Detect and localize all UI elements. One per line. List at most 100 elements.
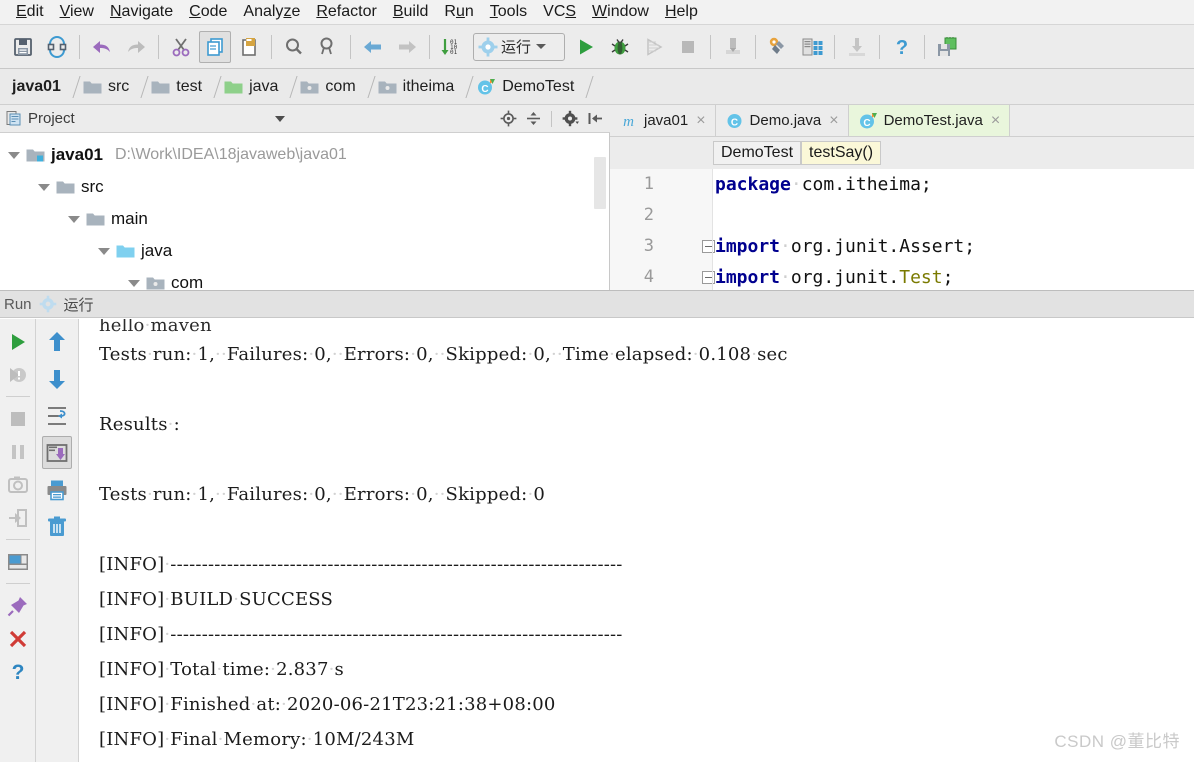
- console-output[interactable]: hello·maven Tests·run:·1,··Failures:·0,··…: [79, 319, 1194, 762]
- chevron-down-icon[interactable]: [536, 44, 547, 49]
- breadcrumb-item-label: src: [107, 77, 130, 95]
- tree-node-com[interactable]: com: [0, 267, 610, 290]
- gear-icon[interactable]: [561, 110, 579, 128]
- expand-triangle-icon[interactable]: [8, 151, 20, 159]
- whitespace-marker: ·: [609, 344, 615, 365]
- expand-triangle-icon[interactable]: [68, 215, 80, 223]
- whitespace-marker: ·: [527, 484, 534, 505]
- soft-wrap-icon[interactable]: [42, 399, 72, 432]
- folder-icon: [83, 79, 102, 95]
- project-structure-icon[interactable]: [796, 31, 828, 63]
- menu-item-help[interactable]: Help: [657, 1, 706, 23]
- scroll-to-end-icon[interactable]: [42, 436, 72, 469]
- project-scrollbar-thumb[interactable]: [594, 157, 606, 209]
- menu-item-tools[interactable]: Tools: [482, 1, 535, 23]
- menu-item-build[interactable]: Build: [385, 1, 437, 23]
- pin-tab-icon[interactable]: [3, 589, 33, 622]
- help-icon[interactable]: ?: [3, 655, 33, 688]
- package-icon: [146, 275, 165, 290]
- menu-item-window[interactable]: Window: [584, 1, 657, 23]
- debug-button[interactable]: [604, 31, 636, 63]
- sync-icon[interactable]: [41, 31, 73, 63]
- clear-all-icon[interactable]: [42, 510, 72, 543]
- save-to-device-icon[interactable]: [931, 31, 963, 63]
- menu-mnemonic: N: [109, 3, 122, 20]
- tree-node-src[interactable]: src: [0, 171, 610, 203]
- code-breadcrumb-testsay[interactable]: testSay(): [801, 141, 882, 165]
- cut-icon[interactable]: [165, 31, 197, 63]
- whitespace-marker: ·: [144, 319, 151, 336]
- menu-item-vcs[interactable]: VCS: [535, 1, 584, 23]
- replace-icon[interactable]: [312, 31, 344, 63]
- svg-text:C: C: [482, 84, 489, 95]
- locate-icon[interactable]: [499, 110, 517, 128]
- menu-item-edit[interactable]: Edit: [8, 1, 52, 23]
- line-number: 4: [610, 262, 715, 290]
- console-line: hello·maven: [99, 319, 1194, 337]
- menu-item-navigate[interactable]: Navigate: [102, 1, 181, 23]
- collapse-all-icon[interactable]: [524, 110, 542, 128]
- print-icon[interactable]: [42, 473, 72, 506]
- project-tree[interactable]: java01 D:\Work\IDEA\18javaweb\java01 src …: [0, 133, 610, 290]
- breadcrumb-item-itheima[interactable]: itheima: [370, 69, 459, 105]
- menu-item-code[interactable]: Code: [181, 1, 235, 23]
- expand-triangle-icon[interactable]: [98, 247, 110, 255]
- expand-triangle-icon[interactable]: [38, 183, 50, 191]
- breadcrumb-item-src[interactable]: src: [75, 69, 133, 105]
- breadcrumb-item-com[interactable]: com: [292, 69, 359, 105]
- fold-marker-icon[interactable]: [702, 271, 715, 284]
- console-line: Tests·run:·1,··Failures:·0,··Errors:·0,·…: [99, 484, 546, 505]
- tree-node-java[interactable]: java: [0, 235, 610, 267]
- compile-icon[interactable]: 01 10 01: [436, 31, 468, 63]
- code-breadcrumb-demotest[interactable]: DemoTest: [713, 141, 802, 165]
- source-folder-icon: [116, 243, 135, 259]
- save-all-icon[interactable]: [7, 31, 39, 63]
- undo-icon[interactable]: [86, 31, 118, 63]
- editor-tab-demo-java[interactable]: C Demo.java ×: [715, 105, 849, 136]
- copy-icon[interactable]: [199, 30, 231, 63]
- close-icon[interactable]: ×: [696, 112, 705, 129]
- find-icon[interactable]: [278, 31, 310, 63]
- toolbar-divider: [924, 34, 925, 59]
- menu-item-analyze[interactable]: Analyze: [235, 1, 308, 23]
- code-editor[interactable]: 1234 package·com.itheima; import·org.jun…: [610, 169, 1194, 290]
- close-icon[interactable]: [3, 622, 33, 655]
- tree-node-main[interactable]: main: [0, 203, 610, 235]
- close-icon[interactable]: ×: [991, 112, 1000, 129]
- close-icon[interactable]: ×: [829, 112, 838, 129]
- menu-bar: Edit View Navigate Code Analyze Refactor Build…: [0, 0, 1194, 25]
- settings-wrench-icon[interactable]: [762, 31, 794, 63]
- hide-panel-icon[interactable]: [586, 110, 604, 128]
- toolbar-divider: [79, 34, 80, 59]
- layout-settings-icon[interactable]: [3, 545, 33, 578]
- paste-icon[interactable]: [233, 31, 265, 63]
- menu-item-run[interactable]: Run: [436, 1, 481, 23]
- svg-text:01: 01: [450, 49, 458, 56]
- back-icon[interactable]: [357, 31, 389, 63]
- run-configuration-selector[interactable]: 运行: [473, 32, 565, 61]
- breadcrumb-item-java[interactable]: java: [216, 69, 282, 105]
- editor-tab-demotest-java[interactable]: C DemoTest.java ×: [848, 105, 1011, 136]
- tree-node-java01[interactable]: java01 D:\Work\IDEA\18javaweb\java01: [0, 139, 610, 171]
- fold-marker-icon[interactable]: [702, 240, 715, 253]
- menu-item-view[interactable]: View: [52, 1, 102, 23]
- menu-item-refactor[interactable]: Refactor: [308, 1, 384, 23]
- run-button[interactable]: [570, 31, 602, 63]
- breadcrumb-item-demotest[interactable]: C DemoTest: [468, 69, 578, 105]
- chevron-down-icon[interactable]: [274, 115, 285, 122]
- whitespace-marker: ·: [281, 694, 287, 715]
- rerun-icon[interactable]: [3, 325, 33, 358]
- code-content[interactable]: package·com.itheima; import·org.junit.As…: [715, 169, 1194, 290]
- up-arrow-icon[interactable]: [42, 325, 72, 358]
- down-arrow-icon[interactable]: [42, 362, 72, 395]
- code-token: import: [715, 236, 781, 257]
- breadcrumb-item-test[interactable]: test: [143, 69, 206, 105]
- code-token: com.itheima;: [801, 174, 932, 195]
- editor-tab-java01[interactable]: m java01 ×: [610, 105, 716, 136]
- breadcrumb-separator: [282, 69, 292, 105]
- expand-triangle-icon[interactable]: [128, 279, 140, 287]
- help-icon[interactable]: ?: [886, 31, 918, 63]
- editor-gutter[interactable]: 1 2 34: [610, 169, 715, 290]
- tree-node-label: com: [171, 273, 204, 290]
- breadcrumb-item-java01[interactable]: java01: [4, 69, 65, 105]
